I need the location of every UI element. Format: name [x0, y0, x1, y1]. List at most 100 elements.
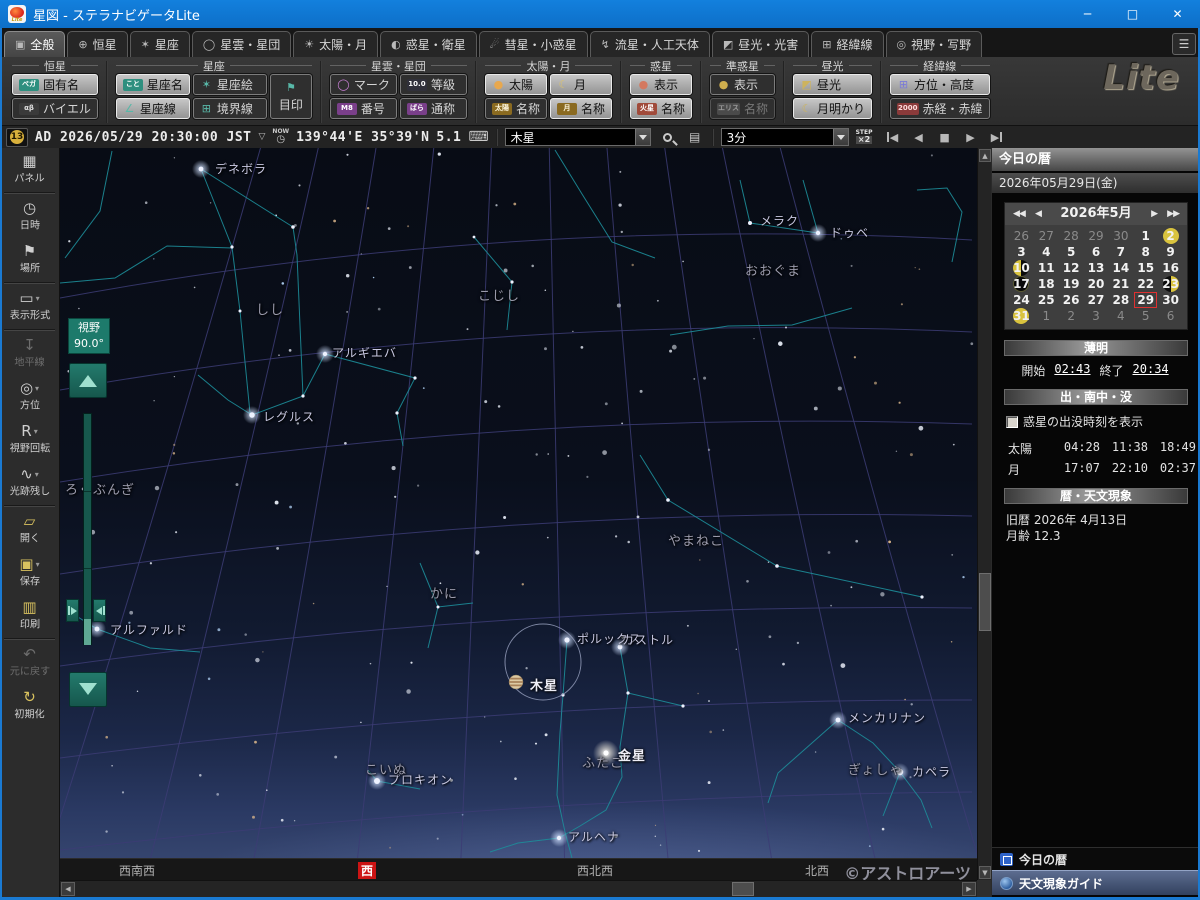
sidebar-item-2[interactable]: ◷ 日時 — [0, 195, 59, 238]
twilight-end-time[interactable]: 20:34 — [1133, 362, 1169, 379]
calendar-day[interactable]: 3 — [1084, 308, 1109, 324]
calendar-day[interactable]: 10 — [1009, 260, 1034, 276]
calendar-day[interactable]: 24 — [1009, 292, 1034, 308]
calendar-day[interactable]: 26 — [1059, 292, 1084, 308]
calendar-day[interactable]: 20 — [1084, 276, 1109, 292]
calendar-day[interactable]: 18 — [1034, 276, 1059, 292]
tab-7[interactable]: ↯ 流星・人工天体 — [589, 31, 710, 57]
play-back-button[interactable]: ◀ — [908, 128, 930, 146]
calendar-day[interactable]: 31 — [1009, 308, 1034, 324]
calendar-day[interactable]: 7 — [1108, 244, 1133, 260]
ribbon-button-1-2[interactable]: ∠ 星座線 — [115, 98, 190, 119]
calendar-day[interactable]: 8 — [1133, 244, 1158, 260]
calendar-day[interactable]: 2 — [1158, 228, 1183, 244]
calendar-day[interactable]: 27 — [1084, 292, 1109, 308]
stop-button[interactable]: ■ — [934, 128, 956, 146]
maximize-button[interactable]: □ — [1110, 0, 1155, 28]
calendar-day[interactable]: 21 — [1108, 276, 1133, 292]
tab-10[interactable]: ◎ 視野・写野 — [885, 31, 983, 57]
datetime-dropdown-icon[interactable]: ▽ — [259, 132, 266, 142]
calendar-day[interactable]: 1 — [1034, 308, 1059, 324]
sidebar-item-8[interactable]: ◎ ▾ 方位 — [0, 375, 59, 418]
ribbon-button-2-1[interactable]: 10.0 等級 — [399, 74, 467, 95]
ribbon-button-3-3[interactable]: 月名称 — [549, 98, 612, 119]
next-month-button[interactable]: ▶ — [1151, 203, 1158, 225]
vertical-scrollbar[interactable]: ▲ ▼ — [977, 148, 991, 880]
calendar-day[interactable]: 9 — [1158, 244, 1183, 260]
ribbon-button-1-1[interactable]: ✶ 星座絵 — [192, 74, 267, 95]
tab-1[interactable]: ⊕ 恒星 — [67, 31, 128, 57]
zoom-in-button[interactable] — [69, 363, 107, 398]
ribbon-button-0-0[interactable]: ペガ 固有名 — [12, 74, 98, 95]
ribbon-button-2-3[interactable]: ばら 通称 — [399, 98, 467, 119]
ribbon-button-1-0[interactable]: こと 星座名 — [115, 74, 190, 95]
target-dropdown-button[interactable] — [634, 129, 650, 145]
twilight-start-time[interactable]: 02:43 — [1054, 362, 1090, 379]
calendar-day[interactable]: 30 — [1158, 292, 1183, 308]
target-select[interactable]: 木星 — [504, 128, 651, 146]
ribbon-button-4-0[interactable]: ● 表示 — [629, 74, 692, 95]
tab-5[interactable]: ◐ 惑星・衛星 — [380, 31, 477, 57]
search-button[interactable] — [658, 128, 678, 147]
calendar-day[interactable]: 14 — [1108, 260, 1133, 276]
ribbon-button-2-0[interactable]: ◯ マーク — [329, 74, 397, 95]
calendar-day[interactable]: 11 — [1034, 260, 1059, 276]
star-chart[interactable]: デネボラ メラク ドゥベ アルギエバ レグルス アルファルド ポルックス カストル メンカリナン… — [60, 148, 977, 880]
tab-3[interactable]: ◯ 星雲・星団 — [191, 31, 292, 57]
calendar-day[interactable]: 30 — [1108, 228, 1133, 244]
next-year-button[interactable]: ▶▶ — [1167, 203, 1180, 225]
ribbon-button-7-1[interactable]: 2000 赤経・赤緯 — [890, 98, 990, 119]
datetime-display[interactable]: AD 2026/05/29 20:30:00 JST — [35, 130, 252, 145]
magnitude-display[interactable]: 5.1 — [436, 130, 461, 145]
keyboard-icon[interactable]: ⌨ — [468, 129, 488, 145]
now-button[interactable]: NOW ◷ — [272, 129, 289, 145]
sidebar-item-13[interactable]: ▣ ▾ 保存 — [0, 551, 59, 594]
vertical-scroll-thumb[interactable] — [979, 573, 991, 631]
calendar-day[interactable]: 23 — [1158, 276, 1183, 292]
calendar-day[interactable]: 15 — [1133, 260, 1158, 276]
calendar-day[interactable]: 3 — [1009, 244, 1034, 260]
calendar-day[interactable]: 1 — [1133, 228, 1158, 244]
moon-age-button[interactable]: 13 — [6, 127, 28, 147]
calendar-day[interactable]: 6 — [1158, 308, 1183, 324]
panel-switch-0[interactable]: 今日の暦 — [992, 847, 1198, 870]
ribbon-button-3-1[interactable]: ☾ 月 — [549, 74, 612, 95]
scroll-right-button[interactable]: ▶ — [962, 882, 976, 896]
ribbon-button-3-0[interactable]: ● 太陽 — [484, 74, 547, 95]
menu-button[interactable]: ☰ — [1172, 33, 1196, 55]
sidebar-item-14[interactable]: ▥ 印刷 — [0, 594, 59, 637]
ribbon-button-7-0[interactable]: ⊞ 方位・高度 — [890, 74, 990, 95]
sidebar-item-5[interactable]: ▭ ▾ 表示形式 — [0, 285, 59, 328]
panel-switch-1[interactable]: 天文現象ガイド — [992, 870, 1198, 895]
show-planet-times-checkbox[interactable] — [1006, 415, 1018, 428]
calendar-day[interactable]: 29 — [1084, 228, 1109, 244]
calendar-day[interactable]: 5 — [1059, 244, 1084, 260]
tab-8[interactable]: ◩ 昼光・光害 — [711, 31, 810, 57]
list-button[interactable]: ▤ — [685, 128, 705, 147]
step-select[interactable]: 3分 — [720, 128, 849, 146]
slider-step-left-button[interactable] — [66, 599, 79, 622]
calendar-day[interactable]: 12 — [1059, 260, 1084, 276]
calendar-day[interactable]: 2 — [1059, 308, 1084, 324]
calendar-day[interactable]: 28 — [1108, 292, 1133, 308]
calendar-day[interactable]: 26 — [1009, 228, 1034, 244]
step-dropdown-button[interactable] — [832, 129, 848, 145]
scroll-left-button[interactable]: ◀ — [61, 882, 75, 896]
jump-end-button[interactable]: ▶ — [986, 128, 1008, 146]
ribbon-button-2-2[interactable]: M8 番号 — [329, 98, 397, 119]
tab-2[interactable]: ✶ 星座 — [129, 31, 190, 57]
zoom-out-button[interactable] — [69, 672, 107, 707]
minimize-button[interactable]: ─ — [1065, 0, 1110, 28]
slider-step-right-button[interactable] — [93, 599, 106, 622]
prev-month-button[interactable]: ◀ — [1035, 203, 1042, 225]
ribbon-button-0-1[interactable]: αβ バイエル — [12, 98, 98, 119]
calendar-day[interactable]: 6 — [1084, 244, 1109, 260]
calendar-day[interactable]: 13 — [1084, 260, 1109, 276]
location-display[interactable]: 139°44'E 35°39'N — [296, 130, 429, 145]
calendar-day[interactable]: 27 — [1034, 228, 1059, 244]
calendar-day[interactable]: 4 — [1034, 244, 1059, 260]
prev-year-button[interactable]: ◀◀ — [1013, 203, 1026, 225]
ribbon-button-6-1[interactable]: ☾ 月明かり — [793, 98, 873, 119]
calendar-day[interactable]: 29 — [1133, 292, 1158, 308]
calendar-day[interactable]: 25 — [1034, 292, 1059, 308]
